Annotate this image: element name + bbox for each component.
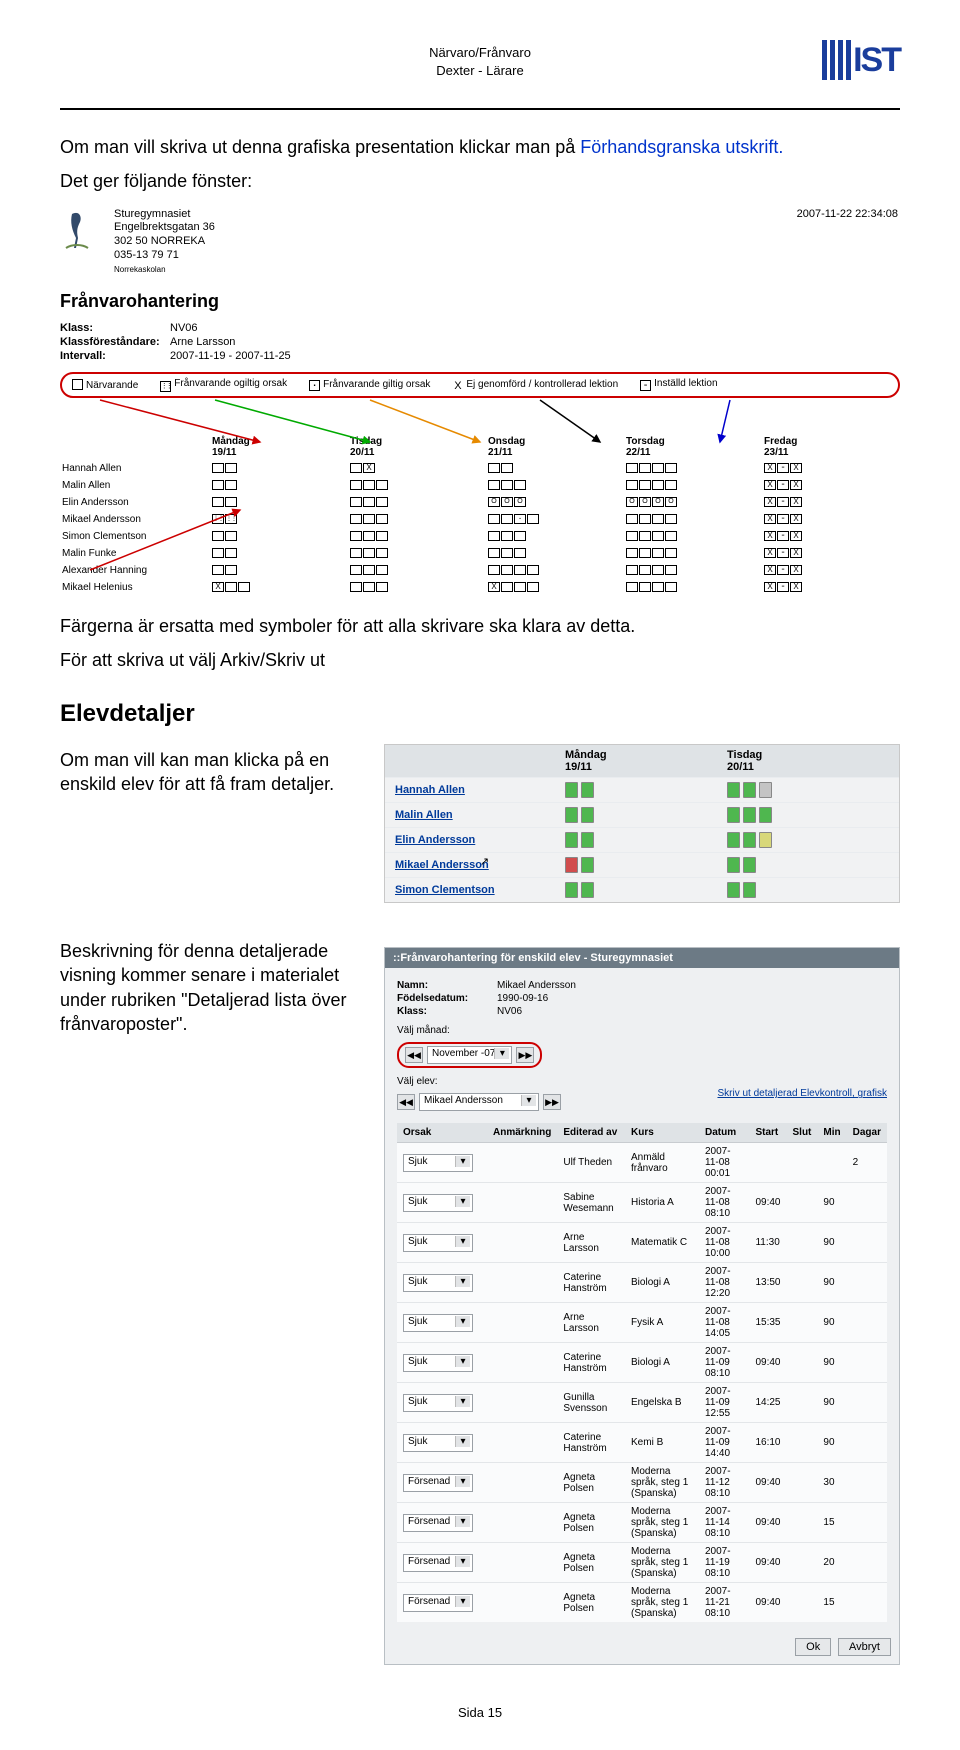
after-text-2: För att skriva ut välj Arkiv/Skriv ut bbox=[60, 648, 900, 672]
student-link[interactable]: Mikael Andersson bbox=[395, 859, 565, 871]
reason-select[interactable]: Försenad bbox=[403, 1474, 473, 1492]
reason-select[interactable]: Sjuk bbox=[403, 1314, 473, 1332]
table-row: Försenad Agneta PolsenModerna språk, ste… bbox=[397, 1463, 887, 1503]
print-preview-screenshot: Sturegymnasiet Engelbrektsgatan 36 302 5… bbox=[60, 204, 900, 596]
ok-button[interactable]: Ok bbox=[795, 1638, 831, 1656]
header-line2: Dexter - Lärare bbox=[60, 62, 900, 80]
print-detail-link[interactable]: Skriv ut detaljerad Elevkontroll, grafis… bbox=[717, 1087, 887, 1100]
student-link[interactable]: Hannah Allen bbox=[395, 784, 565, 796]
month-selector[interactable]: ◀◀ November -07 ▶▶ bbox=[397, 1042, 542, 1068]
student-selector[interactable]: ◀◀ Mikael Andersson ▶▶ bbox=[397, 1093, 561, 1111]
status-cell[interactable] bbox=[759, 832, 772, 848]
next-month-button[interactable]: ▶▶ bbox=[516, 1047, 534, 1063]
status-cell[interactable] bbox=[727, 857, 740, 873]
table-row: Försenad Agneta PolsenModerna språk, ste… bbox=[397, 1583, 887, 1623]
intro-paragraph-2: Det ger följande fönster: bbox=[60, 169, 900, 193]
table-row: Sjuk Gunilla SvenssonEngelska B2007-11-0… bbox=[397, 1383, 887, 1423]
table-row: Sjuk Arne LarssonFysik A2007-11-08 14:05… bbox=[397, 1303, 887, 1343]
reason-select[interactable]: Sjuk bbox=[403, 1274, 473, 1292]
heron-icon bbox=[62, 208, 106, 252]
table-row: Sjuk Arne LarssonMatematik C2007-11-08 1… bbox=[397, 1223, 887, 1263]
reason-select[interactable]: Sjuk bbox=[403, 1394, 473, 1412]
reason-select[interactable]: Sjuk bbox=[403, 1194, 473, 1212]
header-line1: Närvaro/Frånvaro bbox=[60, 44, 900, 62]
reason-select[interactable]: Sjuk bbox=[403, 1354, 473, 1372]
status-cell[interactable] bbox=[565, 782, 578, 798]
reason-select[interactable]: Försenad bbox=[403, 1594, 473, 1612]
student-detail-screenshot: ::Frånvarohantering för enskild elev - S… bbox=[384, 947, 900, 1665]
status-cell[interactable] bbox=[727, 807, 740, 823]
preview-print-link[interactable]: Förhandsgranska utskrift. bbox=[580, 137, 783, 157]
status-cell[interactable] bbox=[581, 882, 594, 898]
status-cell[interactable] bbox=[743, 832, 756, 848]
status-cell[interactable] bbox=[727, 832, 740, 848]
section-title-elevdetaljer: Elevdetaljer bbox=[60, 700, 900, 728]
student-select[interactable]: Mikael Andersson bbox=[419, 1093, 539, 1111]
table-row: Sjuk Caterine HanströmKemi B2007-11-09 1… bbox=[397, 1423, 887, 1463]
annotation-arrows bbox=[60, 404, 900, 434]
school-address: Sturegymnasiet Engelbrektsgatan 36 302 5… bbox=[114, 208, 215, 275]
table-row: Sjuk Caterine HanströmBiologi A2007-11-0… bbox=[397, 1343, 887, 1383]
red-annotation-arrow bbox=[90, 500, 270, 580]
detail-description: Beskrivning för denna detaljerade visnin… bbox=[60, 939, 360, 1036]
status-cell[interactable] bbox=[565, 807, 578, 823]
status-cell[interactable] bbox=[759, 782, 772, 798]
cancel-button[interactable]: Avbryt bbox=[838, 1638, 891, 1656]
status-cell[interactable] bbox=[581, 857, 594, 873]
student-overview-screenshot: Måndag19/11 Tisdag20/11 Hannah AllenMali… bbox=[384, 744, 900, 903]
status-cell[interactable] bbox=[565, 882, 578, 898]
after-text-1: Färgerna är ersatta med symboler för att… bbox=[60, 614, 900, 638]
elevdetaljer-paragraph: Om man vill kan man klicka på en enskild… bbox=[60, 748, 360, 797]
table-row: Sjuk Caterine HanströmBiologi A2007-11-0… bbox=[397, 1263, 887, 1303]
status-cell[interactable] bbox=[727, 882, 740, 898]
next-student-button[interactable]: ▶▶ bbox=[543, 1094, 561, 1110]
print-meta: Klass:NV06 Klassföreståndare:Arne Larsso… bbox=[60, 322, 900, 362]
reason-select[interactable]: Försenad bbox=[403, 1554, 473, 1572]
table-row: Försenad Agneta PolsenModerna språk, ste… bbox=[397, 1503, 887, 1543]
status-cell[interactable] bbox=[727, 782, 740, 798]
student-link[interactable]: Malin Allen bbox=[395, 809, 565, 821]
status-cell[interactable] bbox=[565, 857, 578, 873]
status-cell[interactable] bbox=[743, 857, 756, 873]
status-cell[interactable] bbox=[581, 782, 594, 798]
prev-student-button[interactable]: ◀◀ bbox=[397, 1094, 415, 1110]
student-link[interactable]: Elin Andersson bbox=[395, 834, 565, 846]
print-timestamp: 2007-11-22 22:34:08 bbox=[797, 208, 898, 275]
page-footer: Sida 15 bbox=[60, 1705, 900, 1720]
intro-paragraph: Om man vill skriva ut denna grafiska pre… bbox=[60, 135, 900, 159]
status-cell[interactable] bbox=[743, 882, 756, 898]
reason-select[interactable]: Sjuk bbox=[403, 1234, 473, 1252]
reason-select[interactable]: Försenad bbox=[403, 1514, 473, 1532]
status-cell[interactable] bbox=[743, 782, 756, 798]
reason-select[interactable]: Sjuk bbox=[403, 1434, 473, 1452]
reason-select[interactable]: Sjuk bbox=[403, 1154, 473, 1172]
detail-titlebar: ::Frånvarohantering för enskild elev - S… bbox=[385, 948, 899, 968]
status-cell[interactable] bbox=[581, 832, 594, 848]
student-link[interactable]: Simon Clementson bbox=[395, 884, 565, 896]
status-cell[interactable] bbox=[743, 807, 756, 823]
month-select[interactable]: November -07 bbox=[427, 1046, 512, 1064]
header-titles: Närvaro/Frånvaro Dexter - Lärare bbox=[60, 40, 900, 80]
ist-logo: IST bbox=[822, 40, 900, 80]
table-row: Sjuk Sabine WesemannHistoria A2007-11-08… bbox=[397, 1183, 887, 1223]
symbol-legend: Närvarande Frånvarande ogiltig orsak Frå… bbox=[60, 372, 900, 398]
status-cell[interactable] bbox=[565, 832, 578, 848]
table-row: Sjuk Ulf ThedenAnmäld frånvaro2007-11-08… bbox=[397, 1143, 887, 1183]
print-title: Frånvarohantering bbox=[60, 291, 900, 312]
table-row: Försenad Agneta PolsenModerna språk, ste… bbox=[397, 1543, 887, 1583]
absence-detail-table: OrsakAnmärkningEditerad avKursDatumStart… bbox=[397, 1123, 887, 1622]
status-cell[interactable] bbox=[759, 807, 772, 823]
page-header: Närvaro/Frånvaro Dexter - Lärare IST bbox=[60, 40, 900, 110]
prev-month-button[interactable]: ◀◀ bbox=[405, 1047, 423, 1063]
status-cell[interactable] bbox=[581, 807, 594, 823]
